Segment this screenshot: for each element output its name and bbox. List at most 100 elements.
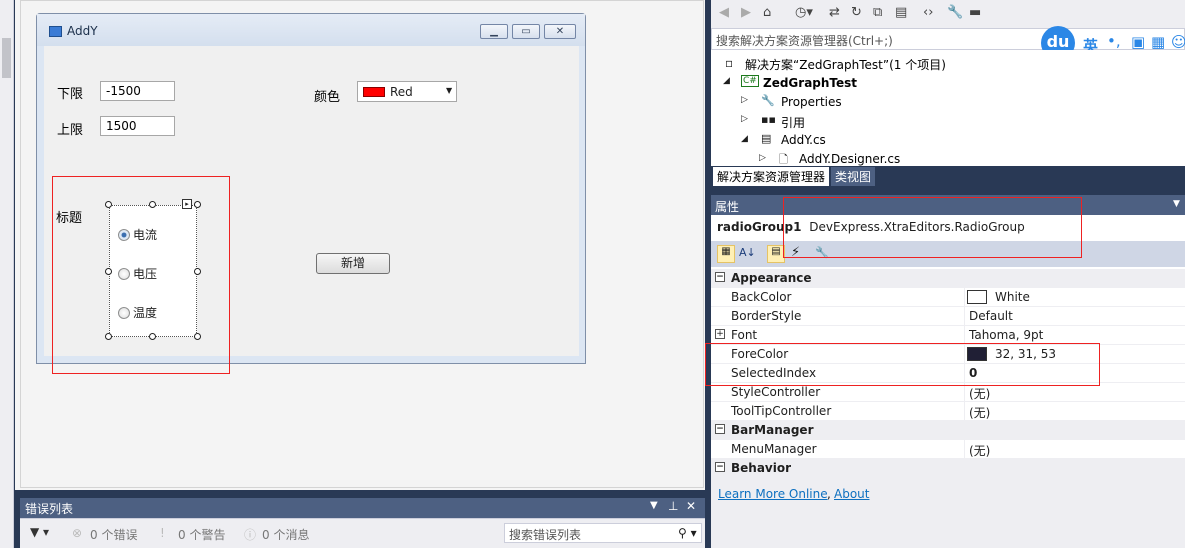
refresh-icon[interactable]: ↻ — [851, 5, 862, 20]
upper-label: 上限 — [57, 123, 84, 138]
collapse-arrow-icon[interactable]: ▷ — [741, 114, 748, 124]
expand-icon[interactable]: ◢ — [723, 76, 730, 86]
home-icon[interactable]: ⌂ — [763, 5, 771, 20]
warnings-count[interactable]: 0 个警告 — [178, 526, 225, 543]
history-icon[interactable]: ◷▾ — [795, 5, 813, 20]
project-node[interactable]: ZedGraphTest — [763, 76, 857, 90]
error-list-title: 错误列表 — [25, 502, 74, 516]
property-name: StyleController — [731, 385, 821, 399]
divider — [964, 402, 965, 421]
solution-toolbar: ◀ ▶ ⌂ ◷▾ ⇄ ↻ ⧉ ▤ ‹› 🔧 ▬ — [711, 0, 1185, 28]
category-label: Appearance — [731, 271, 812, 285]
property-value[interactable]: (无) — [969, 404, 990, 421]
messages-count[interactable]: 0 个消息 — [262, 526, 309, 543]
back-icon[interactable]: ◀ — [719, 5, 729, 20]
minus-icon[interactable]: ▬ — [969, 5, 981, 20]
property-value[interactable]: Tahoma, 9pt — [969, 328, 1043, 342]
user-icon[interactable]: ☺ — [1171, 33, 1185, 51]
category-label: Behavior — [731, 461, 792, 475]
highlight-box — [705, 343, 1100, 386]
left-scroll-strip[interactable] — [0, 0, 14, 548]
minimize-button[interactable]: ▁ — [480, 24, 508, 39]
pin-icon[interactable]: ⊥ — [668, 499, 678, 513]
warning-icon: ! — [160, 526, 165, 540]
form-titlebar[interactable]: AddY ▁ ▭ ✕ — [37, 14, 585, 46]
collapse-icon[interactable]: − — [715, 272, 725, 282]
expand-icon[interactable]: + — [715, 329, 725, 339]
divider — [964, 440, 965, 459]
category-appearance[interactable]: − Appearance — [711, 269, 1185, 288]
scrollbar-thumb[interactable] — [2, 38, 11, 78]
lower-input[interactable]: -1500 — [100, 81, 175, 101]
error-list-toolbar: ▼ ▾ ⊗ 0 个错误 ! 0 个警告 ⓘ 0 个消息 搜索错误列表 ⚲ ▾ — [20, 518, 705, 546]
property-row-borderstyle[interactable]: BorderStyle Default — [711, 307, 1185, 326]
property-name: BorderStyle — [731, 309, 802, 323]
add-button[interactable]: 新增 — [316, 253, 390, 274]
skin-icon[interactable]: ▦ — [1151, 33, 1165, 51]
property-value[interactable]: Default — [969, 309, 1013, 323]
highlight-box — [52, 176, 230, 374]
dropdown-arrow-icon[interactable]: ▼ — [446, 86, 452, 95]
error-search-input[interactable]: 搜索错误列表 — [504, 523, 702, 543]
punct-icon[interactable]: •, — [1107, 32, 1121, 50]
sync-icon[interactable]: ⇄ — [829, 5, 840, 20]
collapse-arrow-icon[interactable]: ▷ — [741, 95, 748, 105]
description-area: Learn More Online , About — [711, 477, 1185, 548]
about-link[interactable]: About — [834, 487, 869, 501]
color-combo[interactable]: Red ▼ — [357, 81, 457, 102]
forward-icon[interactable]: ▶ — [741, 5, 751, 20]
collapse-icon[interactable]: − — [715, 462, 725, 472]
code-icon[interactable]: ‹› — [923, 5, 933, 20]
tree-item-references[interactable]: 引用 — [781, 114, 805, 131]
errors-count[interactable]: 0 个错误 — [90, 526, 137, 543]
filter-icon[interactable]: ▼ ▾ — [30, 525, 49, 539]
property-value[interactable]: White — [995, 290, 1030, 304]
tree-item-designer[interactable]: AddY.Designer.cs — [799, 152, 900, 166]
divider — [964, 288, 965, 307]
dropdown-icon[interactable]: ▼ — [1173, 199, 1180, 209]
references-icon: ▪▪ — [761, 113, 776, 126]
categorized-icon[interactable]: ▦ — [717, 245, 735, 263]
solution-node[interactable]: 解决方案“ZedGraphTest”(1 个项目) — [745, 56, 946, 73]
property-row-backcolor[interactable]: BackColor White — [711, 288, 1185, 307]
tab-solution-explorer[interactable]: 解决方案资源管理器 — [713, 167, 830, 186]
collapse-icon[interactable]: − — [715, 424, 725, 434]
tab-class-view[interactable]: 类视图 — [831, 167, 876, 186]
property-name: MenuManager — [731, 442, 817, 456]
close-button[interactable]: ✕ — [544, 24, 576, 39]
highlight-box — [783, 197, 1082, 258]
color-value: Red — [390, 85, 413, 99]
maximize-button[interactable]: ▭ — [512, 24, 540, 39]
tree-item-addy[interactable]: AddY.cs — [781, 133, 826, 147]
toolbox-icon[interactable]: ▣ — [1131, 33, 1145, 51]
link-separator: , — [827, 487, 831, 501]
properties-title: 属性 — [715, 200, 740, 214]
tree-item-properties[interactable]: Properties — [781, 95, 842, 109]
category-behavior[interactable]: − Behavior — [711, 459, 1185, 478]
error-list-header: 错误列表 ▼ ⊥ ✕ — [20, 498, 705, 518]
property-value[interactable]: (无) — [969, 385, 990, 402]
collapse-icon[interactable]: ⧉ — [873, 5, 882, 20]
error-icon: ⊗ — [72, 526, 83, 540]
dropdown-icon[interactable]: ▼ — [650, 500, 658, 511]
property-value[interactable]: (无) — [969, 442, 990, 459]
show-files-icon[interactable]: ▤ — [895, 5, 907, 20]
category-barmanager[interactable]: − BarManager — [711, 421, 1185, 440]
property-name: ToolTipController — [731, 404, 832, 418]
solution-tabs: 解决方案资源管理器 类视图 — [711, 166, 1185, 186]
category-label: BarManager — [731, 423, 814, 437]
upper-input[interactable]: 1500 — [100, 116, 175, 136]
wrench-icon[interactable]: 🔧 — [947, 5, 963, 20]
property-row-menumanager[interactable]: MenuManager (无) — [711, 440, 1185, 459]
white-swatch — [967, 290, 987, 304]
expand-icon[interactable]: ◢ — [741, 134, 748, 144]
close-icon[interactable]: ✕ — [686, 499, 696, 513]
app-icon — [49, 26, 62, 37]
property-row-tooltipcontroller[interactable]: ToolTipController (无) — [711, 402, 1185, 421]
alphabetical-icon[interactable]: A↓ — [739, 246, 756, 259]
right-pane: ◀ ▶ ⌂ ◷▾ ⇄ ↻ ⧉ ▤ ‹› 🔧 ▬ 搜索解决方案资源管理器(Ctrl… — [711, 0, 1185, 548]
search-icon[interactable]: ⚲ ▾ — [678, 526, 697, 540]
collapse-arrow-icon[interactable]: ▷ — [759, 153, 766, 163]
learn-more-link[interactable]: Learn More Online — [718, 487, 828, 501]
wrench-icon: 🔧 — [761, 94, 775, 107]
